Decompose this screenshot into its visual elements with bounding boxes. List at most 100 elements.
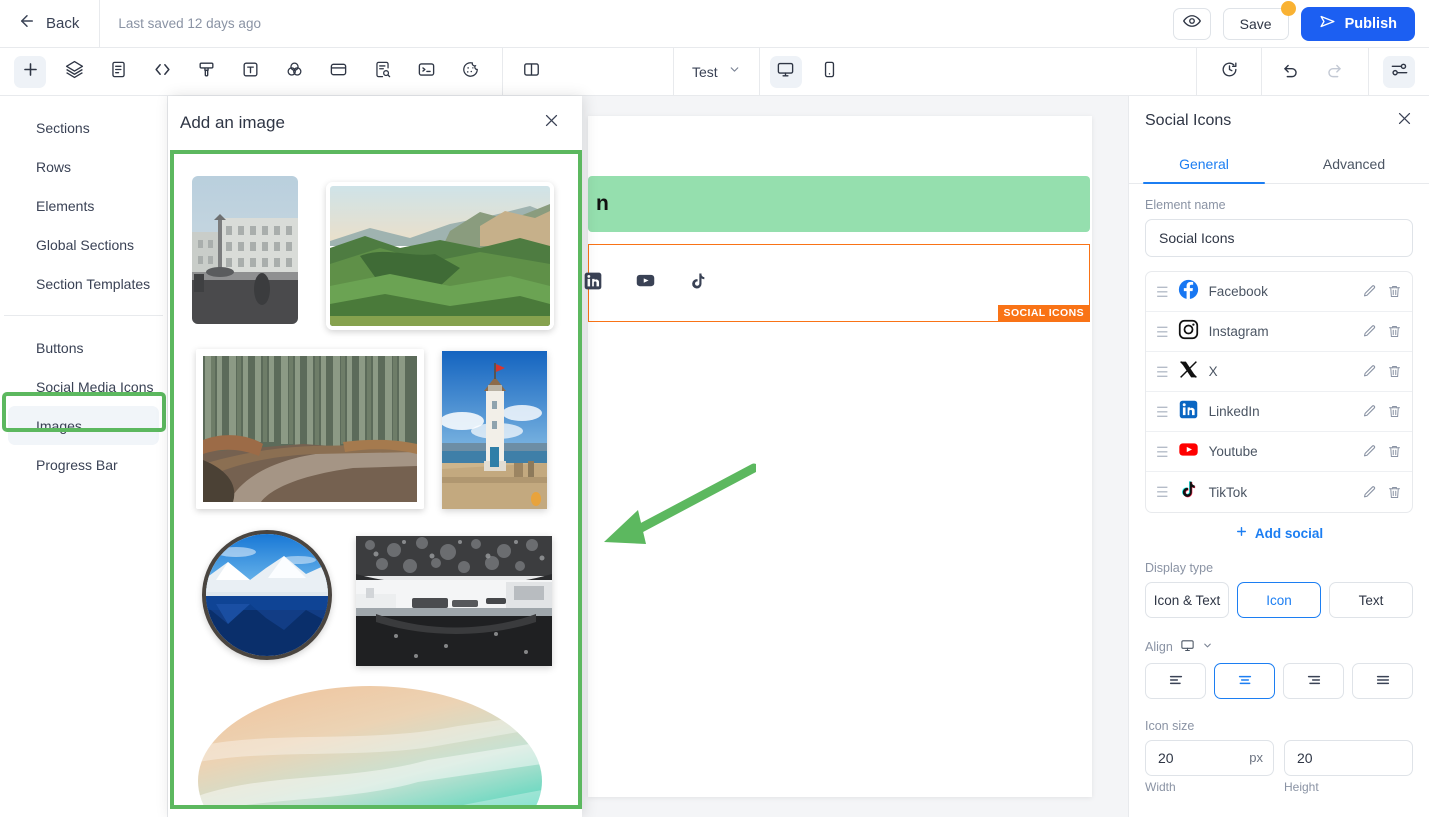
element-name-input[interactable] xyxy=(1145,219,1413,257)
social-icons-element-selected[interactable]: SOCIAL ICONS xyxy=(584,244,1090,322)
top-bar: Back Last saved 12 days ago Save Publish xyxy=(0,0,1429,48)
display-type-icon[interactable]: Icon xyxy=(1237,582,1321,618)
list-item[interactable]: ☰ TikTok xyxy=(1146,472,1412,512)
sidebar-item-social-media-icons[interactable]: Social Media Icons xyxy=(8,367,159,406)
align-justify-button[interactable] xyxy=(1352,663,1413,699)
display-type-text[interactable]: Text xyxy=(1329,582,1413,618)
toolbar-document-button[interactable] xyxy=(102,56,134,88)
drag-handle-icon[interactable]: ☰ xyxy=(1156,365,1169,379)
delete-icon[interactable] xyxy=(1387,324,1402,339)
image-thumb-snow-lake[interactable] xyxy=(202,530,332,660)
redo-button[interactable] xyxy=(1318,56,1350,88)
history-button[interactable] xyxy=(1213,56,1245,88)
right-properties-panel: Social Icons General Advanced Element na… xyxy=(1128,96,1429,817)
toolbar-cookie-button[interactable] xyxy=(454,56,486,88)
drag-handle-icon[interactable]: ☰ xyxy=(1156,285,1169,299)
toolbar-form-search-button[interactable] xyxy=(366,56,398,88)
drag-handle-icon[interactable]: ☰ xyxy=(1156,485,1169,499)
list-item-label: Youtube xyxy=(1208,444,1258,459)
panel-tabs: General Advanced xyxy=(1129,146,1429,184)
tiktok-icon[interactable] xyxy=(688,271,708,296)
toolbar-brush-button[interactable] xyxy=(190,56,222,88)
drag-handle-icon[interactable]: ☰ xyxy=(1156,405,1169,419)
sidebar-item-global-sections[interactable]: Global Sections xyxy=(8,225,159,264)
page-selector[interactable]: Test xyxy=(674,48,759,96)
image-thumb-city-square[interactable] xyxy=(192,176,298,324)
x-twitter-icon xyxy=(1178,359,1199,385)
edit-icon[interactable] xyxy=(1362,404,1377,419)
status-badge: SOCIAL ICONS xyxy=(997,305,1090,322)
sidebar-item-progress-bar[interactable]: Progress Bar xyxy=(8,445,159,484)
delete-icon[interactable] xyxy=(1387,404,1402,419)
toolbar-layers-button[interactable] xyxy=(58,56,90,88)
image-gallery[interactable] xyxy=(174,154,578,805)
image-thumb-green-valley[interactable] xyxy=(326,182,554,330)
delete-icon[interactable] xyxy=(1387,284,1402,299)
sidebar-item-rows[interactable]: Rows xyxy=(8,147,159,186)
sidebar-item-sections[interactable]: Sections xyxy=(8,108,159,147)
list-item[interactable]: ☰ Instagram xyxy=(1146,312,1412,352)
display-type-icon-and-text[interactable]: Icon & Text xyxy=(1145,582,1229,618)
list-item[interactable]: ☰ X xyxy=(1146,352,1412,392)
toolbar-color-blend-button[interactable] xyxy=(278,56,310,88)
list-item[interactable]: ☰ Facebook xyxy=(1146,272,1412,312)
sidebar-item-buttons[interactable]: Buttons xyxy=(8,328,159,367)
edit-icon[interactable] xyxy=(1362,485,1377,500)
image-thumb-beach-aerial[interactable] xyxy=(198,686,542,805)
toolbar-code-button[interactable] xyxy=(146,56,178,88)
sidebar-item-section-templates[interactable]: Section Templates xyxy=(8,264,159,303)
preview-button[interactable] xyxy=(1172,7,1211,40)
toolbar-card-button[interactable] xyxy=(322,56,354,88)
arrow-left-icon xyxy=(18,12,36,35)
mobile-view-button[interactable] xyxy=(814,56,846,88)
display-type-group: Icon & Text Icon Text xyxy=(1145,582,1413,618)
list-item[interactable]: ☰ Youtube xyxy=(1146,432,1412,472)
height-caption: Height xyxy=(1284,780,1319,794)
drag-handle-icon[interactable]: ☰ xyxy=(1156,445,1169,459)
plus-icon xyxy=(21,60,40,84)
close-icon[interactable] xyxy=(1396,110,1413,132)
list-item[interactable]: ☰ LinkedIn xyxy=(1146,392,1412,432)
undo-button[interactable] xyxy=(1274,56,1306,88)
list-item-label: Instagram xyxy=(1208,324,1269,339)
page-preview[interactable]: n SOCIAL ICONS xyxy=(584,116,1092,797)
tab-advanced[interactable]: Advanced xyxy=(1279,146,1429,183)
publish-button[interactable]: Publish xyxy=(1300,6,1415,41)
sidebar-item-images[interactable]: Images xyxy=(8,406,159,445)
add-social-button[interactable]: Add social xyxy=(1145,525,1413,541)
delete-icon[interactable] xyxy=(1387,364,1402,379)
youtube-icon[interactable] xyxy=(635,270,656,296)
align-left-button[interactable] xyxy=(1145,663,1206,699)
edit-icon[interactable] xyxy=(1362,364,1377,379)
height-input[interactable] xyxy=(1284,740,1413,776)
hero-banner[interactable]: n xyxy=(588,176,1090,232)
unsaved-changes-badge xyxy=(1280,0,1296,16)
element-name-label: Element name xyxy=(1145,198,1226,212)
linkedin-icon[interactable] xyxy=(583,271,603,296)
toolbar-plus-button[interactable] xyxy=(14,55,46,88)
panel-settings-button[interactable] xyxy=(1383,55,1415,88)
desktop-view-button[interactable] xyxy=(769,55,802,88)
left-sidebar: Sections Rows Elements Global Sections S… xyxy=(0,96,168,817)
toolbar-split-view-button[interactable] xyxy=(515,56,547,88)
align-right-button[interactable] xyxy=(1283,663,1344,699)
toolbar-text-button[interactable] xyxy=(234,56,266,88)
toolbar-terminal-button[interactable] xyxy=(410,56,442,88)
image-thumb-louvre-museum[interactable] xyxy=(356,536,552,666)
chevron-down-icon[interactable] xyxy=(1202,640,1213,654)
edit-icon[interactable] xyxy=(1362,444,1377,459)
delete-icon[interactable] xyxy=(1387,485,1402,500)
drag-handle-icon[interactable]: ☰ xyxy=(1156,325,1169,339)
save-button[interactable]: Save xyxy=(1222,7,1289,40)
image-thumb-lighthouse[interactable] xyxy=(442,351,547,509)
close-icon[interactable] xyxy=(543,112,560,134)
back-button[interactable]: Back xyxy=(0,0,99,48)
edit-icon[interactable] xyxy=(1362,324,1377,339)
delete-icon[interactable] xyxy=(1387,444,1402,459)
align-center-button[interactable] xyxy=(1214,663,1275,699)
tab-general[interactable]: General xyxy=(1129,146,1279,184)
image-thumb-bamboo-forest[interactable] xyxy=(196,349,424,509)
desktop-icon xyxy=(776,60,795,84)
sidebar-item-elements[interactable]: Elements xyxy=(8,186,159,225)
edit-icon[interactable] xyxy=(1362,284,1377,299)
